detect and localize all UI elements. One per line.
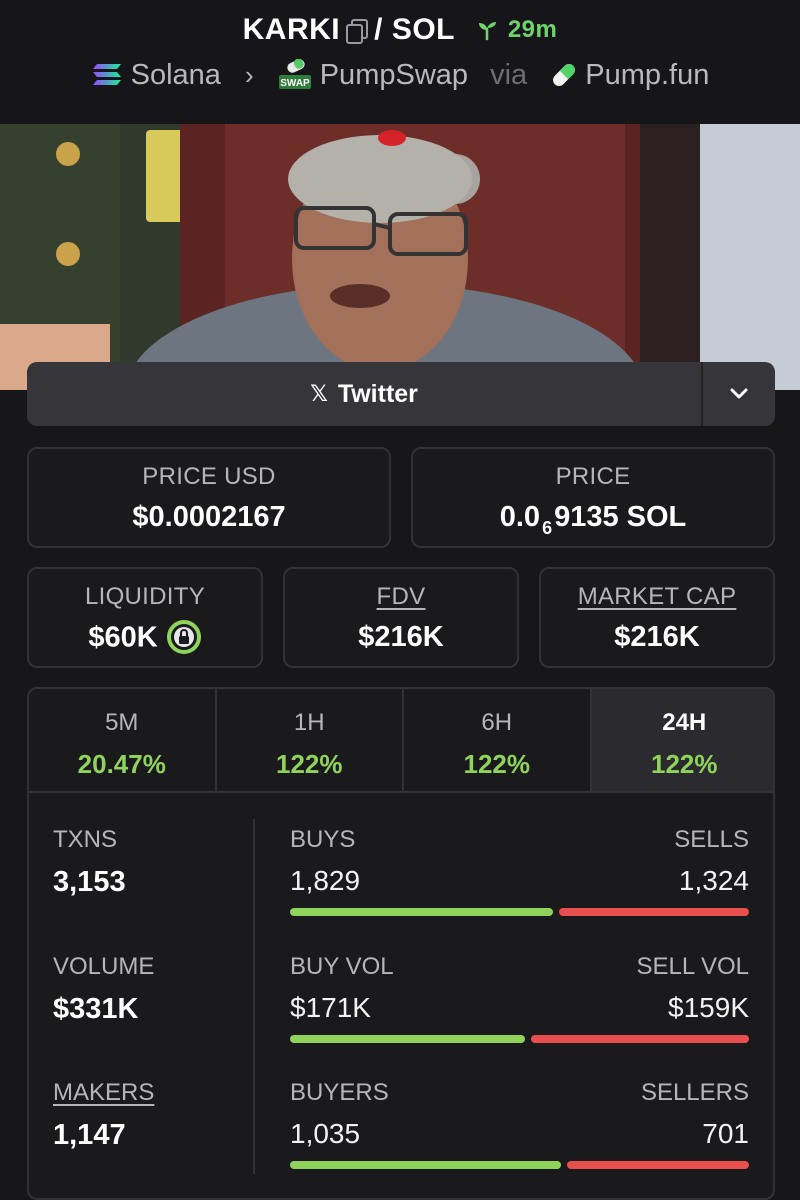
pair-header: KARKI / SOL 29m Solana › SWAP PumpSwap vi… bbox=[0, 0, 800, 124]
socials-dropdown-button[interactable] bbox=[701, 362, 775, 426]
sell-vol-ratio-bar bbox=[531, 1035, 749, 1043]
tab-24h-change: 122% bbox=[651, 749, 718, 779]
copy-icon[interactable] bbox=[346, 19, 369, 45]
breadcrumb: Solana › SWAP PumpSwap via Pump.fun bbox=[0, 58, 800, 92]
tab-24h-label: 24H bbox=[662, 709, 707, 736]
x-logo-icon: 𝕏 bbox=[310, 381, 328, 406]
solana-icon bbox=[92, 64, 121, 86]
price-prefix: 0.0 bbox=[499, 501, 541, 533]
stats-panel: 5M 20.47% 1H 122% 6H 122% 24H 122% TXNS … bbox=[27, 687, 775, 1200]
twitter-label: Twitter bbox=[337, 379, 418, 408]
chevron-down-icon bbox=[730, 388, 748, 399]
sells-label: SELLS bbox=[674, 826, 749, 853]
txns-label: TXNS bbox=[53, 826, 118, 853]
tab-1h-change: 122% bbox=[276, 749, 343, 779]
sell-vol-value: $159K bbox=[668, 992, 749, 1023]
price-native-card: PRICE 0.0 69135 SOL bbox=[411, 447, 775, 548]
makers-label[interactable]: MAKERS bbox=[53, 1079, 154, 1107]
banner-illustration bbox=[0, 124, 800, 390]
tab-1h[interactable]: 1H 122% bbox=[217, 689, 404, 791]
liquidity-card: LIQUIDITY $60K bbox=[27, 567, 263, 668]
tab-5m-change: 20.47% bbox=[77, 749, 166, 779]
price-native-value: 0.0 69135 SOL bbox=[413, 501, 773, 538]
tab-6h-change: 122% bbox=[463, 749, 531, 779]
token-symbol: KARKI bbox=[242, 13, 341, 47]
pumpswap-icon: SWAP bbox=[278, 58, 312, 91]
pair-age: 29m bbox=[507, 16, 558, 44]
txns-value: 3,153 bbox=[53, 866, 126, 898]
sellers-ratio-bar bbox=[567, 1161, 749, 1169]
buy-vol-label: BUY VOL bbox=[290, 953, 394, 980]
launchpad-link[interactable]: Pump.fun bbox=[585, 59, 709, 91]
fdv-card[interactable]: FDV $216K bbox=[283, 567, 519, 668]
dex-link[interactable]: PumpSwap bbox=[320, 59, 468, 91]
token-banner-image bbox=[0, 124, 800, 390]
via-text: via bbox=[490, 58, 528, 91]
price-usd-label: PRICE USD bbox=[142, 463, 276, 490]
sells-ratio-bar bbox=[559, 908, 749, 916]
lock-icon[interactable] bbox=[166, 619, 202, 655]
price-usd-value: $0.0002167 bbox=[132, 501, 286, 533]
stats-divider bbox=[253, 819, 255, 1174]
buyers-ratio-bar bbox=[290, 1161, 561, 1169]
fdv-value: $216K bbox=[358, 621, 444, 653]
price-native-label: PRICE bbox=[555, 463, 631, 490]
tab-24h[interactable]: 24H 122% bbox=[591, 689, 773, 791]
pair-separator: / bbox=[374, 13, 383, 47]
buys-value: 1,829 bbox=[290, 865, 361, 896]
market-cap-value: $216K bbox=[614, 621, 700, 653]
market-cap-label[interactable]: MARKET CAP bbox=[541, 583, 773, 611]
timeframe-tabs: 5M 20.47% 1H 122% 6H 122% 24H 122% bbox=[29, 689, 773, 793]
liquidity-value-row: $60K bbox=[29, 619, 261, 657]
price-zero-count: 6 bbox=[542, 518, 553, 538]
buyers-label: BUYERS bbox=[290, 1079, 389, 1106]
tab-6h-label: 6H bbox=[481, 709, 513, 736]
price-usd-card: PRICE USD $0.0002167 bbox=[27, 447, 391, 548]
pill-icon bbox=[553, 64, 576, 87]
liquidity-label: LIQUIDITY bbox=[84, 583, 206, 610]
chevron-right-icon: › bbox=[244, 59, 254, 90]
twitter-link-bar: 𝕏 Twitter bbox=[27, 362, 775, 426]
quote-symbol: SOL bbox=[391, 13, 455, 47]
buy-vol-value: $171K bbox=[290, 992, 371, 1023]
tab-5m-label: 5M bbox=[105, 709, 139, 736]
sell-vol-label: SELL VOL bbox=[636, 953, 749, 980]
swap-badge-text: SWAP bbox=[280, 78, 310, 89]
tab-6h[interactable]: 6H 122% bbox=[404, 689, 592, 791]
buyers-value: 1,035 bbox=[290, 1118, 361, 1149]
pair-title: KARKI / SOL 29m bbox=[0, 12, 800, 47]
volume-value: $331K bbox=[53, 993, 139, 1025]
buys-ratio-bar bbox=[290, 908, 553, 916]
buys-label: BUYS bbox=[290, 826, 356, 853]
makers-value: 1,147 bbox=[53, 1119, 126, 1151]
chain-link[interactable]: Solana bbox=[131, 59, 221, 91]
tab-1h-label: 1H bbox=[293, 709, 325, 736]
volume-label: VOLUME bbox=[53, 953, 155, 980]
liquidity-value: $60K bbox=[88, 621, 158, 654]
sellers-value: 701 bbox=[702, 1118, 749, 1149]
market-cap-card[interactable]: MARKET CAP $216K bbox=[539, 567, 775, 668]
price-suffix: 9135 SOL bbox=[554, 501, 687, 533]
sellers-label: SELLERS bbox=[640, 1079, 749, 1106]
fdv-label[interactable]: FDV bbox=[285, 583, 517, 611]
buy-vol-ratio-bar bbox=[290, 1035, 525, 1043]
tab-5m[interactable]: 5M 20.47% bbox=[29, 689, 217, 791]
sprout-icon bbox=[478, 22, 496, 41]
twitter-button[interactable]: 𝕏 Twitter bbox=[27, 362, 701, 426]
sells-value: 1,324 bbox=[678, 865, 749, 896]
